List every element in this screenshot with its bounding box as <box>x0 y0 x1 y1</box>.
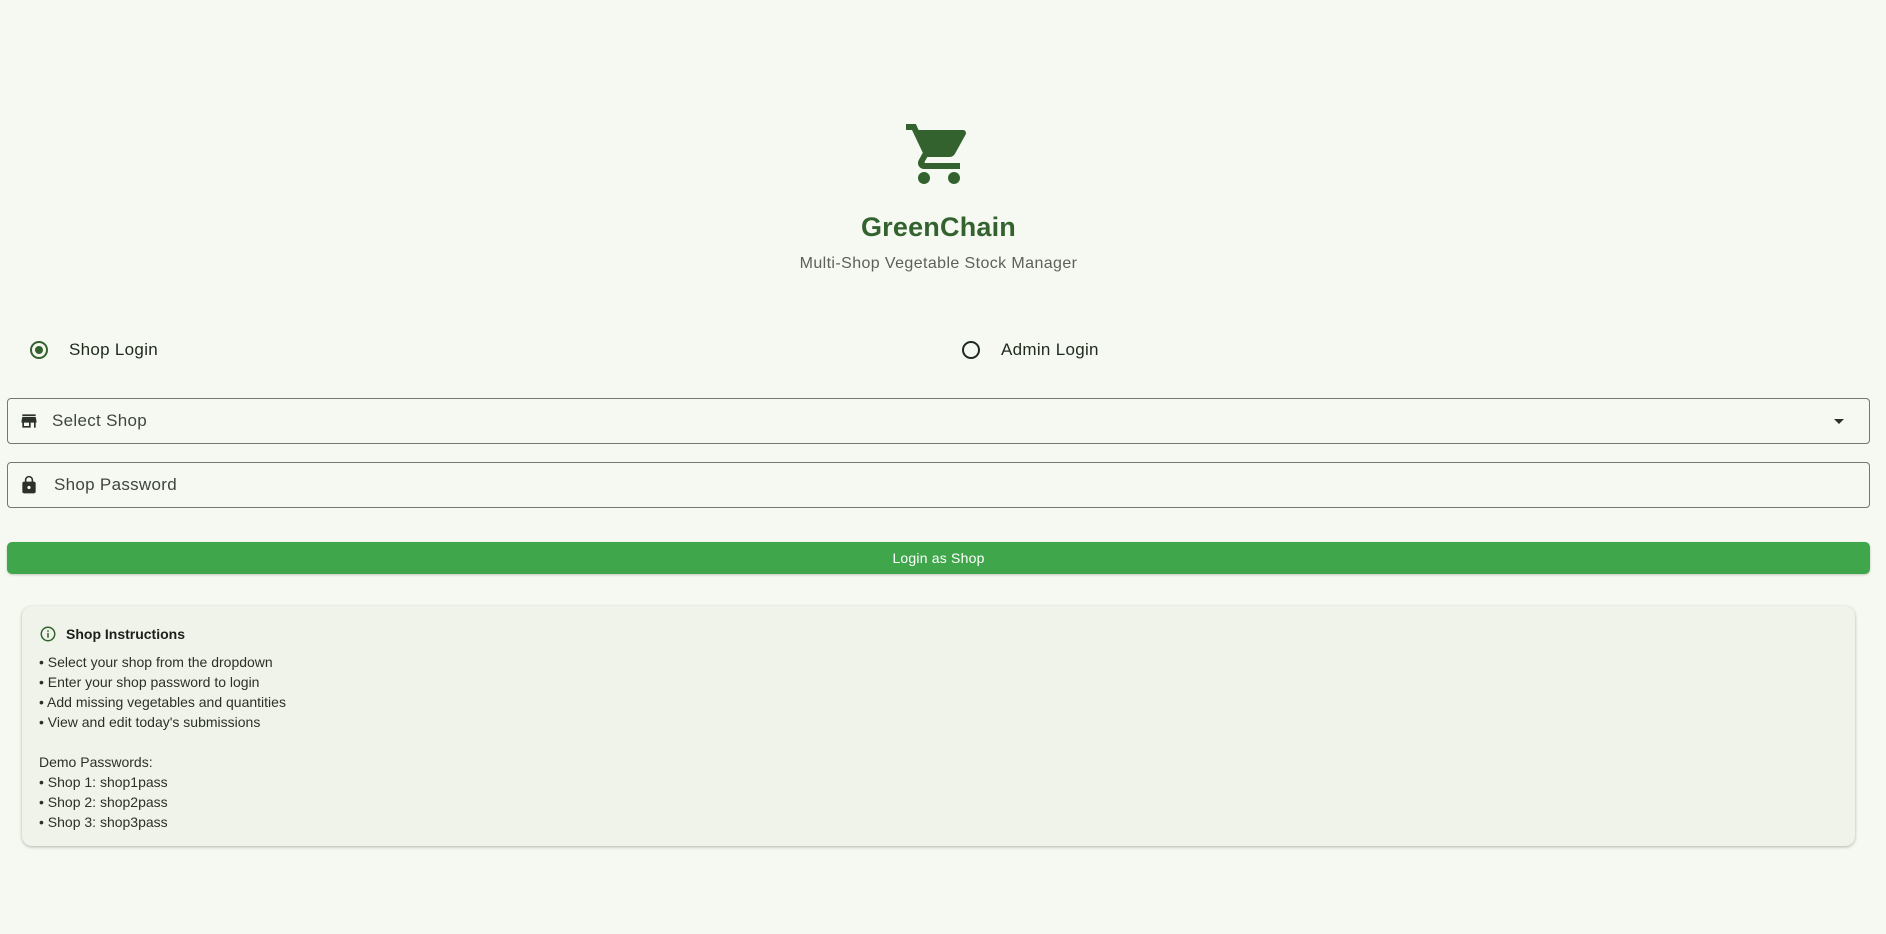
info-icon <box>40 626 56 642</box>
lock-icon <box>18 474 40 496</box>
demo-password-line: • Shop 1: shop1pass <box>39 774 168 790</box>
instruction-line: • Add missing vegetables and quantities <box>39 694 286 710</box>
login-as-shop-button[interactable]: Login as Shop <box>7 542 1870 574</box>
instruction-line: • View and edit today's submissions <box>39 714 261 730</box>
app-header: GreenChain Multi-Shop Vegetable Stock Ma… <box>0 118 1877 273</box>
demo-password-line: • Shop 2: shop2pass <box>39 794 168 810</box>
radio-selected-icon[interactable] <box>30 341 48 359</box>
chevron-down-icon[interactable] <box>1827 409 1851 433</box>
shop-select-placeholder: Select Shop <box>52 411 147 430</box>
shop-login-label[interactable]: Shop Login <box>69 340 158 360</box>
app-subtitle: Multi-Shop Vegetable Stock Manager <box>799 255 1078 272</box>
demo-password-line: • Shop 3: shop3pass <box>39 814 168 830</box>
store-icon <box>18 410 40 432</box>
shopping-cart-icon <box>903 118 975 190</box>
login-page: GreenChain Multi-Shop Vegetable Stock Ma… <box>0 0 1886 934</box>
shop-password-field[interactable] <box>7 462 1870 508</box>
shop-select-dropdown[interactable]: Select Shop <box>7 398 1870 444</box>
shop-instructions-card: Shop Instructions • Select your shop fro… <box>22 606 1855 846</box>
login-mode-selector: Shop Login Admin Login <box>0 336 1877 364</box>
demo-passwords-heading: Demo Passwords: <box>39 754 153 770</box>
admin-login-radio[interactable]: Admin Login <box>962 336 1099 364</box>
instructions-header: Shop Instructions <box>39 624 1838 644</box>
instructions-list: • Select your shop from the dropdown • E… <box>39 652 1838 832</box>
admin-login-label[interactable]: Admin Login <box>1001 340 1099 360</box>
shop-login-radio[interactable]: Shop Login <box>30 336 158 364</box>
instruction-line: • Enter your shop password to login <box>39 674 260 690</box>
instructions-title: Shop Instructions <box>66 626 185 642</box>
instruction-line: • Select your shop from the dropdown <box>39 654 273 670</box>
instruction-spacer <box>39 732 1838 752</box>
radio-unselected-icon[interactable] <box>962 341 980 359</box>
shop-password-input[interactable] <box>52 464 1869 506</box>
app-title: GreenChain <box>860 212 1017 242</box>
